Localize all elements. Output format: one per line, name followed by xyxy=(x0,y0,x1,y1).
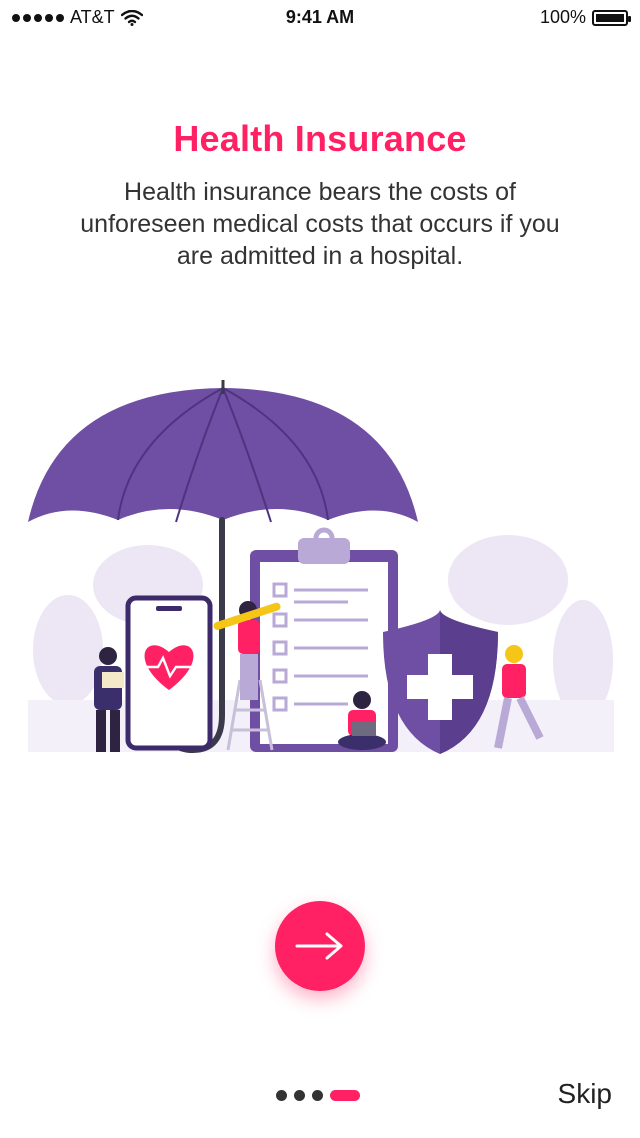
onboarding-screen: AT&T 9:41 AM 100% Health Insurance Healt… xyxy=(0,0,640,1138)
arrow-right-icon xyxy=(295,932,343,960)
page-dot-4-active[interactable] xyxy=(330,1090,360,1101)
status-bar-right: 100% xyxy=(539,7,631,28)
phone-heart-graphic xyxy=(125,595,213,751)
page-description: Health insurance bears the costs of unfo… xyxy=(80,178,560,270)
battery-icon xyxy=(592,9,631,26)
page-title: Health Insurance xyxy=(173,118,467,159)
page-indicator xyxy=(276,1090,360,1101)
page-dot-2[interactable] xyxy=(294,1090,305,1101)
status-bar: AT&T 9:41 AM 100% xyxy=(0,0,640,36)
next-button[interactable] xyxy=(275,901,365,991)
page-dot-3[interactable] xyxy=(312,1090,323,1101)
battery-percentage: 100% xyxy=(539,7,586,27)
skip-button[interactable]: Skip xyxy=(558,1078,612,1110)
page-dot-1[interactable] xyxy=(276,1090,287,1101)
health-insurance-illustration xyxy=(28,380,614,754)
